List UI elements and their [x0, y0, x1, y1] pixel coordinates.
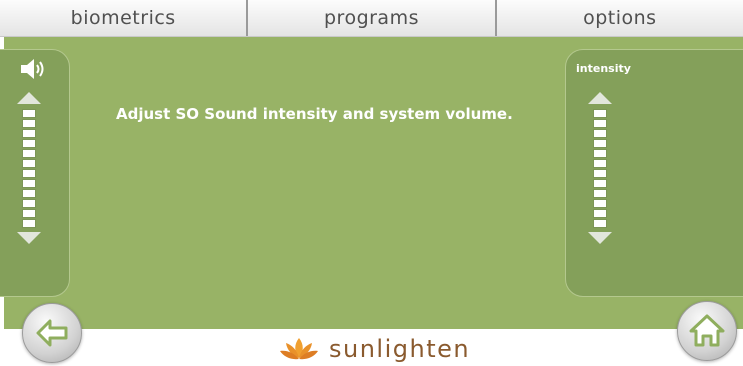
- tab-biometrics[interactable]: biometrics: [0, 0, 246, 36]
- intensity-segment[interactable]: [594, 219, 606, 227]
- intensity-segment[interactable]: [594, 149, 606, 157]
- volume-segment[interactable]: [23, 179, 35, 187]
- speaker-volume-icon: [21, 59, 44, 79]
- intensity-up-arrow-icon[interactable]: [588, 92, 612, 104]
- intensity-segment[interactable]: [594, 129, 606, 137]
- volume-segment[interactable]: [23, 119, 35, 127]
- tab-options[interactable]: options: [494, 0, 743, 36]
- volume-segment[interactable]: [23, 199, 35, 207]
- home-icon: [689, 314, 725, 347]
- intensity-down-arrow-icon[interactable]: [588, 232, 612, 244]
- volume-slider[interactable]: [15, 92, 43, 244]
- back-arrow-icon: [36, 319, 68, 347]
- intensity-segment[interactable]: [594, 189, 606, 197]
- back-button[interactable]: [22, 303, 82, 363]
- instruction-text: Adjust SO Sound intensity and system vol…: [116, 105, 513, 123]
- intensity-label: intensity: [576, 62, 631, 75]
- intensity-segment[interactable]: [594, 199, 606, 207]
- home-button[interactable]: [677, 301, 737, 361]
- tab-programs[interactable]: programs: [246, 0, 494, 36]
- volume-panel: [0, 49, 70, 297]
- intensity-segment[interactable]: [594, 179, 606, 187]
- intensity-segment[interactable]: [594, 139, 606, 147]
- intensity-segment[interactable]: [594, 209, 606, 217]
- brand-logo: sunlighten: [279, 333, 470, 365]
- intensity-segment[interactable]: [594, 159, 606, 167]
- brand-name: sunlighten: [329, 335, 471, 363]
- main-panel: Adjust SO Sound intensity and system vol…: [0, 37, 743, 329]
- intensity-segment[interactable]: [594, 109, 606, 117]
- intensity-slider[interactable]: [586, 92, 614, 244]
- intensity-panel: intensity: [565, 49, 743, 297]
- volume-up-arrow-icon[interactable]: [17, 92, 41, 104]
- intensity-segment[interactable]: [594, 119, 606, 127]
- volume-segment[interactable]: [23, 169, 35, 177]
- screen: biometrics programs options Adjust SO So…: [0, 0, 743, 366]
- volume-segment[interactable]: [23, 209, 35, 217]
- intensity-segment[interactable]: [594, 169, 606, 177]
- volume-segment[interactable]: [23, 129, 35, 137]
- volume-down-arrow-icon[interactable]: [17, 232, 41, 244]
- volume-segment[interactable]: [23, 149, 35, 157]
- volume-segment[interactable]: [23, 139, 35, 147]
- tab-bar: biometrics programs options: [0, 0, 743, 37]
- volume-level-segments: [23, 108, 35, 228]
- volume-segment[interactable]: [23, 219, 35, 227]
- volume-segment[interactable]: [23, 189, 35, 197]
- volume-segment[interactable]: [23, 159, 35, 167]
- intensity-level-segments: [594, 108, 606, 228]
- lotus-logo-icon: [280, 338, 318, 360]
- volume-segment[interactable]: [23, 109, 35, 117]
